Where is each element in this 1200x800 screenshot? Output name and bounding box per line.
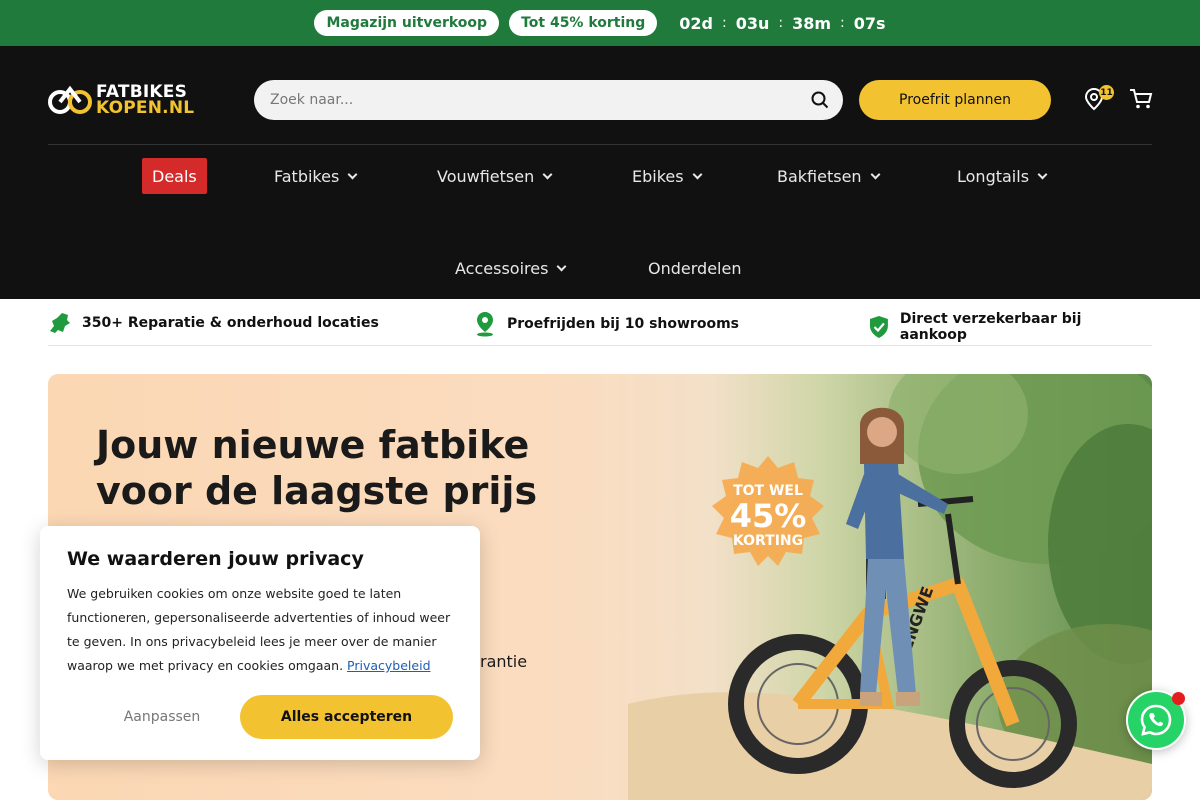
nav-vouwfietsen[interactable]: Vouwfietsen bbox=[437, 158, 553, 194]
promo-pill-discount[interactable]: Tot 45% korting bbox=[509, 10, 658, 36]
nav-accessoires[interactable]: Accessoires bbox=[455, 250, 567, 286]
usp-repair-locations: 350+ Reparatie & onderhoud locaties bbox=[48, 311, 379, 335]
chevron-down-icon bbox=[692, 169, 703, 179]
nav-bakfietsen[interactable]: Bakfietsen bbox=[777, 158, 881, 194]
nav-label: Vouwfietsen bbox=[437, 166, 535, 186]
store-count-badge: 11 bbox=[1099, 85, 1114, 100]
logo-wordmark: FATBIKES KOPEN.NL bbox=[96, 84, 195, 118]
search-icon[interactable] bbox=[811, 91, 829, 109]
hero-photo: ENGWE bbox=[628, 374, 1152, 800]
hero-sub-text: rantie bbox=[480, 652, 528, 671]
bike-logo-icon bbox=[48, 85, 92, 114]
usp-insurance: Direct verzekerbaar bij aankoop bbox=[868, 311, 1152, 343]
nav-label: Onderdelen bbox=[648, 258, 742, 278]
usp-text: 350+ Reparatie & onderhoud locaties bbox=[82, 315, 379, 331]
logo-line2: KOPEN.NL bbox=[96, 98, 195, 118]
shield-check-icon bbox=[869, 316, 888, 338]
usp-text: Proefrijden bij 10 showrooms bbox=[507, 316, 739, 332]
countdown-hours: 03u bbox=[735, 13, 770, 33]
cookie-title: We waarderen jouw privacy bbox=[67, 548, 364, 570]
cookie-body: We gebruiken cookies om onze website goe… bbox=[67, 582, 457, 678]
promo-pill-clearance[interactable]: Magazijn uitverkoop bbox=[314, 10, 500, 36]
map-pin-icon bbox=[477, 312, 493, 337]
site-logo[interactable]: FATBIKES KOPEN.NL bbox=[48, 83, 194, 117]
chevron-down-icon bbox=[347, 169, 358, 179]
usp-bar: 350+ Reparatie & onderhoud locaties Proe… bbox=[48, 299, 1152, 346]
search-bar[interactable] bbox=[254, 80, 843, 120]
nav-label: Ebikes bbox=[632, 166, 684, 186]
badge-line3: KORTING bbox=[732, 533, 804, 549]
customize-button[interactable]: Aanpassen bbox=[67, 695, 257, 739]
promo-bar: Magazijn uitverkoop Tot 45% korting 02d … bbox=[0, 0, 1200, 46]
nav-deals[interactable]: Deals bbox=[142, 158, 207, 194]
countdown-timer: 02d : 03u : 38m : 07s bbox=[679, 14, 885, 33]
chevron-down-icon bbox=[1037, 169, 1048, 179]
countdown-days: 02d bbox=[679, 13, 713, 33]
nav-label: Longtails bbox=[957, 166, 1030, 186]
test-ride-button[interactable]: Proefrit plannen bbox=[859, 80, 1051, 120]
chevron-down-icon bbox=[542, 169, 553, 179]
chevron-down-icon bbox=[870, 169, 881, 179]
nav-ebikes[interactable]: Ebikes bbox=[632, 158, 703, 194]
nav-longtails[interactable]: Longtails bbox=[957, 158, 1048, 194]
nav-onderdelen[interactable]: Onderdelen bbox=[648, 250, 741, 286]
header-divider bbox=[48, 144, 1152, 145]
countdown-separator: : bbox=[840, 15, 845, 31]
nav-label: Bakfietsen bbox=[777, 166, 862, 186]
usp-showrooms: Proefrijden bij 10 showrooms bbox=[473, 311, 739, 337]
cookie-consent-dialog: We waarderen jouw privacy We gebruiken c… bbox=[40, 526, 480, 760]
badge-line2: 45% bbox=[729, 497, 807, 535]
nav-label: Fatbikes bbox=[274, 166, 340, 186]
whatsapp-icon bbox=[1140, 704, 1172, 736]
site-header: FATBIKES KOPEN.NL Proefrit plannen 11 De… bbox=[0, 46, 1200, 299]
netherlands-map-icon bbox=[50, 313, 70, 333]
nav-fatbikes[interactable]: Fatbikes bbox=[274, 158, 358, 194]
privacy-policy-link[interactable]: Privacybeleid bbox=[347, 658, 430, 673]
chevron-down-icon bbox=[556, 261, 567, 271]
countdown-minutes: 38m bbox=[792, 13, 832, 33]
nav-label: Deals bbox=[152, 166, 197, 186]
discount-badge: TOT WEL 45% KORTING bbox=[708, 454, 828, 578]
usp-text: Direct verzekerbaar bij aankoop bbox=[899, 311, 1082, 343]
badge-line1: TOT WEL bbox=[733, 483, 803, 499]
cart-icon[interactable] bbox=[1129, 88, 1153, 110]
hero-title: Jouw nieuwe fatbike voor de laagste prij… bbox=[96, 423, 538, 513]
accept-all-button[interactable]: Alles accepteren bbox=[240, 695, 453, 739]
countdown-separator: : bbox=[722, 15, 727, 31]
nav-label: Accessoires bbox=[455, 258, 549, 278]
discount-badge-text: TOT WEL 45% KORTING bbox=[708, 484, 828, 548]
search-input[interactable] bbox=[270, 92, 790, 108]
notification-dot bbox=[1172, 692, 1185, 705]
countdown-seconds: 07s bbox=[853, 13, 886, 33]
countdown-separator: : bbox=[778, 15, 784, 31]
